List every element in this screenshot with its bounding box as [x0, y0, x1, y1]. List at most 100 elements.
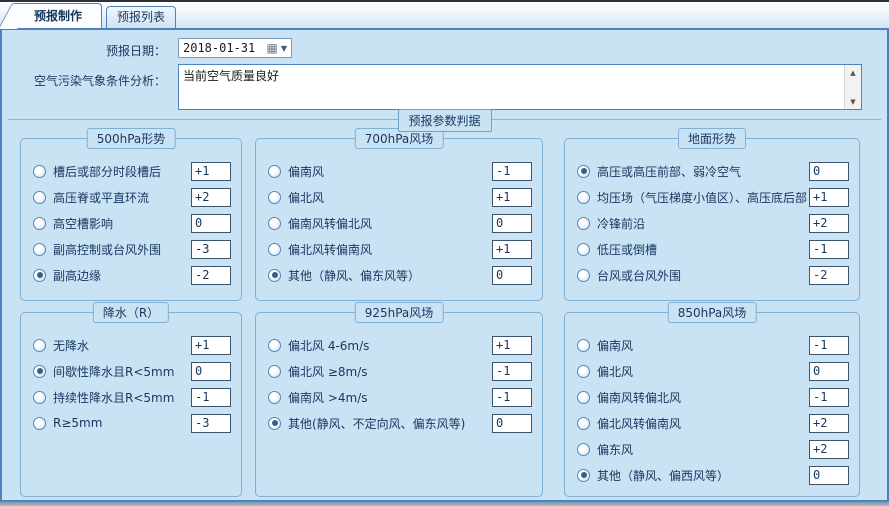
radio-button[interactable] — [268, 165, 281, 178]
score-input[interactable] — [809, 362, 849, 381]
score-input[interactable] — [492, 414, 532, 433]
radio-button[interactable] — [33, 217, 46, 230]
radio-label: 偏北风转偏南风 — [597, 415, 809, 432]
radio-button[interactable] — [577, 339, 590, 352]
radio-row: 间歇性降水且R<5mm — [33, 358, 231, 384]
radio-button[interactable] — [268, 391, 281, 404]
radio-row: 副高控制或台风外围 — [33, 236, 231, 262]
calendar-icon[interactable]: ▦ — [265, 42, 280, 54]
radio-row: 高压或高压前部、弱冷空气 — [577, 158, 849, 184]
radio-label: R≥5mm — [53, 416, 191, 430]
window-bottom-edge — [0, 502, 889, 506]
tab-forecast-production[interactable]: 预报制作 — [14, 3, 102, 28]
radio-row: 高空槽影响 — [33, 210, 231, 236]
radio-button[interactable] — [268, 417, 281, 430]
radio-button[interactable] — [33, 391, 46, 404]
radio-button[interactable] — [33, 417, 46, 430]
radio-row: 副高边缘 — [33, 262, 231, 288]
radio-label: 持续性降水且R<5mm — [53, 389, 191, 406]
tab-forecast-list[interactable]: 预报列表 — [106, 6, 176, 28]
radio-button[interactable] — [577, 269, 590, 282]
radio-label: 高压脊或平直环流 — [53, 189, 191, 206]
radio-button[interactable] — [577, 217, 590, 230]
radio-label: 偏南风 — [597, 337, 809, 354]
score-input[interactable] — [809, 440, 849, 459]
score-input[interactable] — [191, 336, 231, 355]
radio-button[interactable] — [268, 339, 281, 352]
score-input[interactable] — [191, 240, 231, 259]
score-input[interactable] — [492, 266, 532, 285]
radio-button[interactable] — [268, 365, 281, 378]
score-input[interactable] — [191, 414, 231, 433]
radio-button[interactable] — [577, 417, 590, 430]
radio-label: 间歇性降水且R<5mm — [53, 363, 191, 380]
radio-row: 偏南风 — [577, 332, 849, 358]
score-input[interactable] — [191, 266, 231, 285]
score-input[interactable] — [809, 162, 849, 181]
scroll-up-icon[interactable]: ▲ — [845, 65, 861, 80]
score-input[interactable] — [191, 214, 231, 233]
radio-label: 冷锋前沿 — [597, 215, 809, 232]
score-input[interactable] — [191, 162, 231, 181]
radio-row: 无降水 — [33, 332, 231, 358]
radio-button[interactable] — [577, 191, 590, 204]
analysis-label: 空气污染气象条件分析： — [6, 72, 166, 89]
score-input[interactable] — [809, 336, 849, 355]
radio-row: 其他（静风、偏东风等） — [268, 262, 532, 288]
radio-button[interactable] — [577, 443, 590, 456]
radio-label: 偏南风 >4m/s — [288, 389, 492, 406]
radio-label: 副高边缘 — [53, 267, 191, 284]
score-input[interactable] — [191, 388, 231, 407]
score-input[interactable] — [492, 240, 532, 259]
score-input[interactable] — [809, 388, 849, 407]
score-input[interactable] — [809, 214, 849, 233]
radio-row: 偏北风转偏南风 — [268, 236, 532, 262]
radio-button[interactable] — [577, 391, 590, 404]
chevron-down-icon[interactable]: ▼ — [280, 44, 291, 53]
radio-row: 冷锋前沿 — [577, 210, 849, 236]
radio-button[interactable] — [268, 191, 281, 204]
radio-button[interactable] — [577, 243, 590, 256]
radio-label: 低压或倒槽 — [597, 241, 809, 258]
score-input[interactable] — [809, 188, 849, 207]
radio-row: 偏南风转偏北风 — [268, 210, 532, 236]
score-input[interactable] — [191, 188, 231, 207]
score-input[interactable] — [492, 388, 532, 407]
radio-button[interactable] — [577, 365, 590, 378]
radio-button[interactable] — [33, 339, 46, 352]
analysis-text: 当前空气质量良好 — [179, 65, 844, 109]
score-input[interactable] — [492, 362, 532, 381]
radio-row: 台风或台风外围 — [577, 262, 849, 288]
forecast-date-picker[interactable]: 2018-01-31 ▦ ▼ — [178, 38, 292, 58]
radio-button[interactable] — [268, 217, 281, 230]
radio-button[interactable] — [577, 469, 590, 482]
radio-row: 槽后或部分时段槽后 — [33, 158, 231, 184]
forecast-date-label: 预报日期： — [6, 42, 166, 59]
radio-button[interactable] — [33, 365, 46, 378]
radio-label: 偏东风 — [597, 441, 809, 458]
radio-label: 其他（静风、偏东风等） — [288, 267, 492, 284]
score-input[interactable] — [809, 414, 849, 433]
textarea-scrollbar[interactable]: ▲ ▼ — [844, 65, 861, 109]
score-input[interactable] — [492, 188, 532, 207]
tab-strip: 预报制作 预报列表 — [0, 0, 889, 28]
radio-button[interactable] — [33, 191, 46, 204]
radio-row: 持续性降水且R<5mm — [33, 384, 231, 410]
radio-label: 偏南风转偏北风 — [597, 389, 809, 406]
score-input[interactable] — [809, 466, 849, 485]
score-input[interactable] — [492, 162, 532, 181]
radio-button[interactable] — [268, 243, 281, 256]
scroll-down-icon[interactable]: ▼ — [845, 94, 861, 109]
radio-row: 偏北风 — [268, 184, 532, 210]
radio-button[interactable] — [268, 269, 281, 282]
radio-button[interactable] — [33, 165, 46, 178]
score-input[interactable] — [191, 362, 231, 381]
radio-button[interactable] — [33, 243, 46, 256]
score-input[interactable] — [492, 214, 532, 233]
score-input[interactable] — [809, 266, 849, 285]
score-input[interactable] — [809, 240, 849, 259]
radio-button[interactable] — [577, 165, 590, 178]
score-input[interactable] — [492, 336, 532, 355]
analysis-textarea[interactable]: 当前空气质量良好 ▲ ▼ — [178, 64, 862, 110]
radio-button[interactable] — [33, 269, 46, 282]
